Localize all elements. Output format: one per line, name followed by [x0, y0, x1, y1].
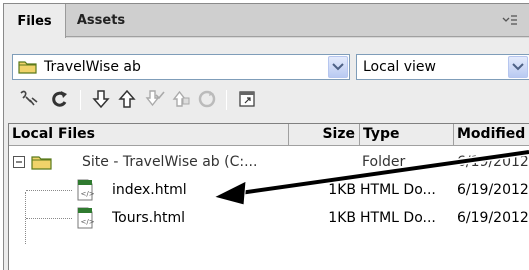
panel-body: TravelWise ab Local view Local Files Siz… [4, 38, 529, 270]
file-modified: 6/19/2012 [457, 154, 529, 170]
refresh-button[interactable] [49, 88, 71, 110]
put-files-icon [118, 89, 136, 108]
site-dropdown-arrow[interactable] [328, 56, 348, 78]
table-row[interactable]: </> Tours.html 1KB HTML Do... 6/19/2012 [9, 204, 529, 232]
file-size [289, 148, 356, 176]
put-files-button[interactable] [116, 88, 138, 110]
view-dropdown-value: Local view [363, 59, 436, 75]
file-name: Site - TravelWise ab (C:... [82, 154, 258, 170]
tab-assets[interactable]: Assets [66, 4, 136, 37]
file-type: Folder [362, 154, 406, 170]
svg-text:</>: </> [81, 218, 95, 226]
panel-tab-bar: Files Assets [4, 4, 529, 38]
file-size: 1KB [328, 182, 356, 198]
check-out-button[interactable] [144, 88, 166, 110]
file-name: Tours.html [112, 210, 186, 226]
chevron-down-icon [512, 63, 524, 71]
synchronize-button[interactable] [196, 88, 218, 110]
table-row[interactable]: Site - TravelWise ab (C:... Folder 6/19/… [9, 148, 529, 176]
synchronize-icon [198, 90, 216, 108]
tab-files[interactable]: Files [4, 4, 66, 38]
view-dropdown[interactable]: Local view [356, 54, 529, 80]
panel-options-menu-icon[interactable] [502, 13, 518, 27]
expand-button[interactable] [236, 88, 258, 110]
file-type: HTML Do... [360, 210, 436, 226]
collapse-toggle-icon[interactable] [13, 156, 25, 168]
check-in-icon [172, 90, 190, 107]
view-dropdown-arrow[interactable] [508, 56, 528, 78]
site-dropdown[interactable]: TravelWise ab [12, 54, 350, 80]
file-modified: 6/19/2012 [457, 210, 529, 226]
refresh-icon [52, 91, 67, 107]
column-header-modified[interactable]: Modified [454, 124, 529, 146]
site-dropdown-value: TravelWise ab [44, 59, 141, 75]
column-header-size[interactable]: Size [289, 124, 360, 146]
connect-icon [20, 90, 38, 106]
folder-icon [31, 156, 52, 170]
tree-branch-line [26, 218, 72, 219]
tab-files-label: Files [17, 13, 52, 29]
svg-text:</>: </> [81, 190, 95, 198]
file-type: HTML Do... [360, 182, 436, 198]
toolbar-separator [80, 90, 81, 110]
files-toolbar [4, 84, 529, 116]
table-header: Local Files Size Type Modified [9, 124, 529, 146]
file-size: 1KB [328, 210, 356, 226]
column-header-local-files[interactable]: Local Files [9, 124, 289, 146]
get-files-button[interactable] [90, 88, 112, 110]
table-row[interactable]: </> index.html 1KB HTML Do... 6/19/2012 [9, 176, 529, 204]
html-file-icon: </> [77, 207, 95, 229]
check-in-button[interactable] [170, 88, 192, 110]
file-name: index.html [112, 182, 187, 198]
local-files-table: Local Files Size Type Modified Site - Tr… [8, 123, 529, 270]
files-panel: Files Assets TravelWise ab Local view Lo… [3, 3, 529, 270]
connect-button[interactable] [18, 88, 40, 110]
file-modified: 6/19/2012 [457, 182, 529, 198]
chevron-down-icon [332, 63, 344, 71]
column-header-type[interactable]: Type [360, 124, 454, 146]
toolbar-separator [226, 90, 227, 110]
get-files-icon [92, 90, 110, 109]
tab-assets-label: Assets [76, 13, 126, 28]
check-out-icon [145, 90, 165, 107]
html-file-icon: </> [77, 179, 95, 201]
expand-icon [239, 91, 255, 107]
folder-icon [18, 61, 37, 74]
tree-branch-line [26, 190, 72, 191]
